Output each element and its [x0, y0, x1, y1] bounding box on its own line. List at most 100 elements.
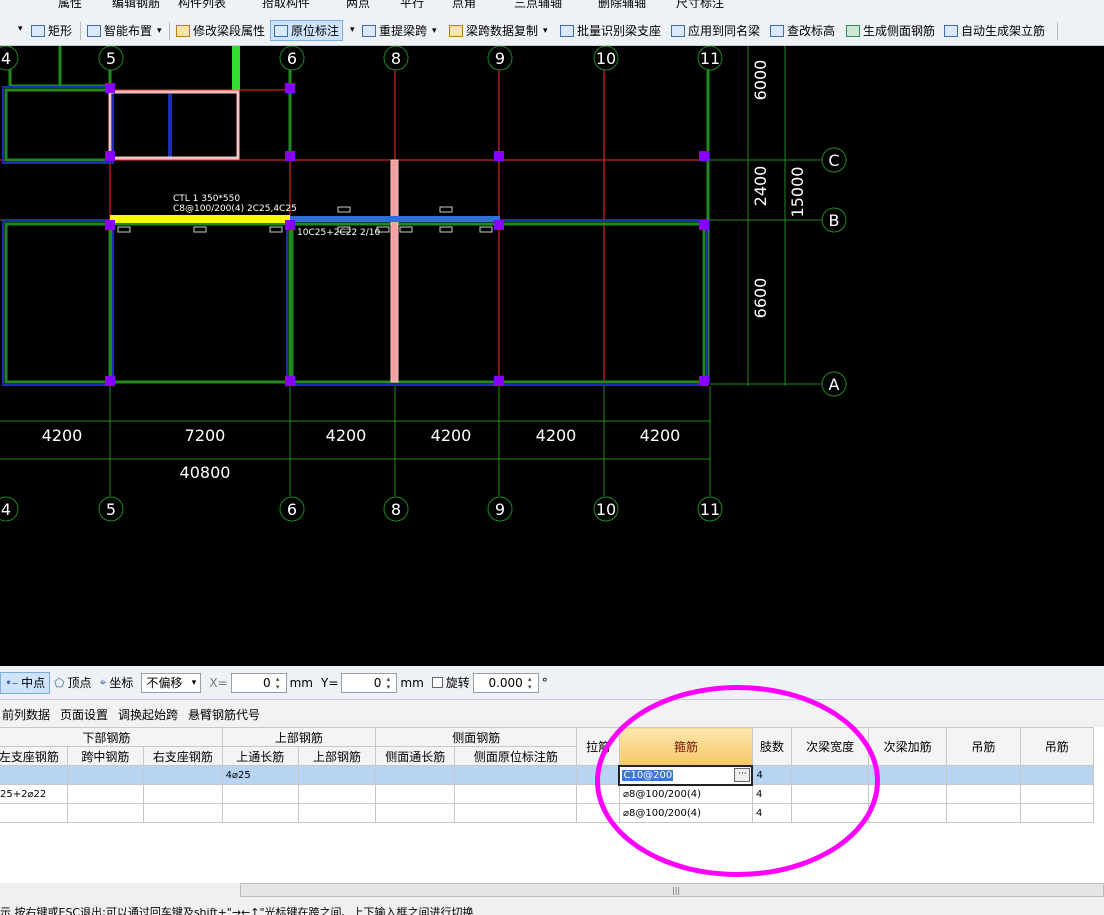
col-top-through[interactable]: 上通长筋: [221, 746, 299, 766]
axis-bottom-6: 6: [287, 500, 297, 519]
rotate-checkbox[interactable]: [431, 677, 443, 688]
selected-beam-span: [110, 215, 290, 223]
copy-span-data-button[interactable]: 梁跨数据复制 ▾: [446, 20, 551, 41]
horizontal-scrollbar[interactable]: |||: [240, 883, 1104, 897]
parallel-menu[interactable]: 平行: [400, 0, 424, 8]
col-secondary-add[interactable]: 次梁加筋: [868, 727, 948, 766]
auto-erect-rebar-icon: [944, 24, 958, 37]
grid-lines: [0, 46, 710, 381]
axis-bottom-9: 9: [495, 500, 505, 519]
side-rebar-button[interactable]: 生成侧面钢筋: [843, 20, 938, 41]
axis-right-b: B: [829, 211, 840, 230]
table-submenu: 前列数据 页面设置 调换起始跨 悬臂钢筋代号: [0, 701, 1104, 727]
dropdown-caret[interactable]: ▾: [18, 24, 23, 34]
axis-top-8: 8: [391, 49, 401, 68]
axis-bottom-10: 10: [596, 500, 616, 519]
coord-snap-button[interactable]: ⌖ 坐标: [96, 672, 138, 694]
table-row[interactable]: ⌀25+2⌀22 ⌀8@100/200(4) 4: [0, 784, 1095, 804]
three-point-axis-menu[interactable]: 三点辅轴: [514, 0, 562, 8]
midpoint-snap-button[interactable]: •– 中点: [0, 671, 51, 694]
axis-bottom-4: 4: [1, 500, 11, 519]
col-side-through[interactable]: 侧面通长筋: [375, 746, 456, 766]
point-angle-menu[interactable]: 点角: [452, 0, 476, 8]
axis-top-5: 5: [106, 49, 116, 68]
dimension-menu[interactable]: 尺寸标注: [676, 0, 724, 8]
axis-bottom-5: 5: [106, 500, 116, 519]
swap-start-span-menu[interactable]: 调换起始跨: [118, 706, 178, 723]
col-mid-span[interactable]: 跨中钢筋: [66, 746, 145, 766]
beam-toolbar: ▾ 矩形 智能布置 ▾ 修改梁段属性 原位标注 ▾ 重提梁跨 ▾ 梁跨数据复制 ▾ 批…: [0, 8, 1104, 46]
green-column: [232, 46, 240, 90]
x-input[interactable]: 0: [230, 672, 287, 693]
smart-layout-button[interactable]: 智能布置 ▾: [84, 20, 165, 41]
col-legs[interactable]: 肢数: [751, 727, 793, 766]
group-bottom-rebar: 下部钢筋: [0, 727, 223, 747]
rotate-input[interactable]: 0.000: [472, 672, 539, 693]
rectangle-icon: [31, 24, 45, 37]
auto-erect-rebar-button[interactable]: 自动生成架立筋: [941, 20, 1048, 41]
table-row[interactable]: 4⌀25 C10@200 ··· 4: [0, 764, 1095, 786]
offset-select[interactable]: 不偏移 ▾: [141, 672, 202, 693]
apply-same-beam-icon: [671, 24, 685, 37]
vertex-snap-button[interactable]: ⬠ 顶点: [50, 672, 95, 694]
in-situ-dropdown[interactable]: ▾: [350, 25, 355, 35]
scroll-grip-icon: |||: [672, 886, 681, 895]
batch-support-icon: [560, 24, 574, 37]
attr-menu[interactable]: 属性: [58, 0, 82, 8]
cantilever-code-menu[interactable]: 悬臂钢筋代号: [188, 706, 260, 723]
beam-label-name: CTL 1 350*550: [173, 194, 240, 204]
group-top-rebar: 上部钢筋: [221, 727, 377, 747]
col-left-support[interactable]: 左支座钢筋: [0, 746, 68, 766]
col-right-support[interactable]: 右支座钢筋: [143, 746, 223, 766]
dim-4200-e: 4200: [640, 426, 681, 445]
re-extract-span-button[interactable]: 重提梁跨 ▾: [359, 20, 440, 41]
drawing-canvas[interactable]: CTL 1 350*550 C8@100/200(4) 2C25,4C25 10…: [0, 46, 1104, 666]
elevation-button[interactable]: 查改标高: [767, 20, 838, 41]
beam-label-bottom: 10C25+2C22 2/10: [297, 228, 381, 238]
edit-rebar-menu[interactable]: 编辑钢筋: [112, 0, 160, 8]
columns: [105, 83, 709, 386]
in-situ-label-button[interactable]: 原位标注: [270, 20, 344, 41]
dim-6600: 6600: [751, 278, 770, 319]
re-extract-span-icon: [362, 24, 376, 37]
col-side-insitu[interactable]: 侧面原位标注筋: [454, 746, 578, 766]
floor-plan-svg[interactable]: CTL 1 350*550 C8@100/200(4) 2C25,4C25 10…: [0, 46, 1104, 666]
col-tie-bar[interactable]: 拉筋: [576, 727, 620, 766]
col-top-rebar[interactable]: 上部钢筋: [297, 746, 377, 766]
dim-4200-a: 4200: [42, 426, 83, 445]
more-button[interactable]: ···: [734, 767, 751, 782]
apply-same-beam-button[interactable]: 应用到同名梁: [668, 20, 763, 41]
beam-rebar-table: 下部钢筋 上部钢筋 侧面钢筋 拉筋 箍筋 肢数 次梁宽度 次梁加筋 吊筋 吊筋 …: [0, 727, 1104, 883]
y-label: Y=: [321, 675, 339, 690]
snap-bar: •–中点 ⬠顶点 ⌖坐标 不偏移▾ X=0mm Y=0mm 旋转0.000°: [0, 666, 1104, 700]
page-setup-menu[interactable]: 页面设置: [60, 706, 108, 723]
stirrup-input[interactable]: C10@200: [622, 769, 674, 781]
edit-beam-icon: [176, 24, 190, 37]
side-rebar-icon: [846, 24, 860, 37]
top-menu-strip: 属性 编辑钢筋 构件列表 拾取构件 两点 平行 点角 三点辅轴 删除辅轴 尺寸标…: [0, 0, 1104, 8]
delete-axis-menu[interactable]: 删除辅轴: [598, 0, 646, 8]
component-list-menu[interactable]: 构件列表: [178, 0, 226, 8]
pick-component-menu[interactable]: 拾取构件: [262, 0, 310, 8]
in-situ-label-icon: [274, 24, 288, 37]
batch-support-button[interactable]: 批量识别梁支座: [557, 20, 664, 41]
stirrup-edit-cell[interactable]: C10@200 ···: [618, 764, 754, 786]
midpoint-icon: •–: [5, 675, 19, 690]
table-row[interactable]: ⌀8@100/200(4) 4: [0, 803, 1095, 823]
two-point-menu[interactable]: 两点: [346, 0, 370, 8]
col-hanger[interactable]: 吊筋: [946, 727, 1021, 766]
dim-4200-d: 4200: [536, 426, 577, 445]
vertex-icon: ⬠: [54, 675, 65, 690]
col-secondary-width[interactable]: 次梁宽度: [791, 727, 870, 766]
axis-top-4: 4: [1, 49, 11, 68]
dim-15000: 15000: [788, 167, 807, 218]
column-data-menu[interactable]: 前列数据: [2, 706, 50, 723]
axis-right-a: A: [829, 375, 840, 394]
rectangle-button[interactable]: 矩形: [28, 20, 75, 41]
axis-bottom-8: 8: [391, 500, 401, 519]
col-hanger-2[interactable]: 吊筋: [1019, 727, 1095, 766]
col-stirrup[interactable]: 箍筋: [618, 727, 753, 766]
axis-bottom-11: 11: [700, 500, 720, 519]
y-input[interactable]: 0: [341, 672, 398, 693]
edit-beam-attr-button[interactable]: 修改梁段属性: [173, 20, 268, 41]
